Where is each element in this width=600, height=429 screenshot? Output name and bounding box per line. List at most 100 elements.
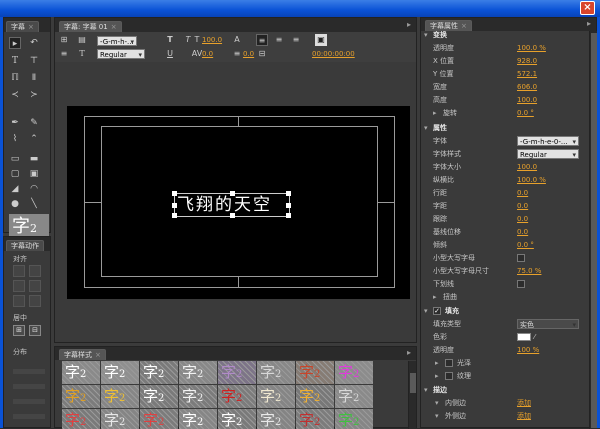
- style-select[interactable]: Regular: [97, 49, 145, 60]
- style-swatch[interactable]: 字2: [179, 361, 217, 384]
- style-swatch[interactable]: 字2: [62, 409, 100, 429]
- expand-triangle-icon[interactable]: ▸: [433, 107, 437, 120]
- clipped-rectangle-tool-icon[interactable]: ▬: [28, 153, 40, 165]
- timecode[interactable]: 00:00:00:00: [312, 50, 355, 58]
- style-swatch[interactable]: 字2: [101, 361, 139, 384]
- texture-checkbox[interactable]: [445, 372, 453, 380]
- style-swatch[interactable]: 字2: [62, 385, 100, 408]
- style-swatch[interactable]: 字2: [218, 409, 256, 429]
- kerning-prop-value[interactable]: 0.0: [517, 200, 528, 213]
- rounded-rectangle-tool-icon[interactable]: ▢: [9, 168, 21, 180]
- selection-tool-icon[interactable]: ▸: [9, 37, 21, 49]
- style-swatch[interactable]: 字2: [140, 361, 178, 384]
- expand-triangle-icon[interactable]: ▾: [424, 305, 428, 318]
- add-inner-stroke-link[interactable]: 添加: [517, 397, 531, 410]
- eyedropper-icon[interactable]: ⁄: [534, 331, 535, 344]
- delete-anchor-tool-icon[interactable]: ⌇: [9, 133, 21, 145]
- expand-triangle-icon[interactable]: ▸: [433, 291, 437, 304]
- width-value[interactable]: 606.0: [517, 81, 537, 94]
- slant-value[interactable]: 0.0 °: [517, 239, 534, 252]
- color-swatch[interactable]: [517, 333, 531, 341]
- close-icon[interactable]: ×: [28, 23, 34, 31]
- opacity-value[interactable]: 100.0 %: [517, 42, 546, 55]
- expand-triangle-icon[interactable]: ▾: [424, 122, 428, 135]
- add-anchor-tool-icon[interactable]: ✎: [28, 117, 40, 129]
- font-size-prop-value[interactable]: 100.0: [517, 161, 537, 174]
- font-size-value[interactable]: 100.0: [202, 36, 222, 44]
- style-swatch[interactable]: 字2: [101, 409, 139, 429]
- handle-bl[interactable]: [172, 213, 177, 218]
- type-tool-icon[interactable]: T: [9, 55, 21, 67]
- vertical-path-type-tool-icon[interactable]: ≻: [28, 89, 40, 101]
- area-type-tool-icon[interactable]: ⊤: [28, 55, 40, 67]
- close-icon[interactable]: ×: [95, 351, 101, 359]
- style-swatch[interactable]: 字2: [296, 361, 334, 384]
- align-top-icon[interactable]: [13, 280, 25, 292]
- wedge-tool-icon[interactable]: ◢: [9, 183, 21, 195]
- expand-triangle-icon[interactable]: ▾: [435, 397, 439, 410]
- style-swatch[interactable]: 字2: [257, 409, 295, 429]
- section-transform[interactable]: ▾ 变换: [421, 31, 589, 42]
- handle-tr[interactable]: [286, 191, 291, 196]
- text-object[interactable]: 飞翔的天空: [172, 191, 291, 218]
- panel-menu-icon[interactable]: ▸: [407, 348, 411, 357]
- style-swatch[interactable]: 字2: [335, 409, 373, 429]
- style-swatch[interactable]: 字2: [257, 385, 295, 408]
- font-select[interactable]: -G-m-h-...: [97, 36, 137, 47]
- expand-triangle-icon[interactable]: ▾: [424, 31, 428, 42]
- handle-tm[interactable]: [230, 191, 235, 196]
- rotation-value[interactable]: 0.0 °: [517, 107, 534, 120]
- handle-ml[interactable]: [172, 203, 177, 208]
- expand-triangle-icon[interactable]: ▾: [424, 384, 428, 397]
- properties-scrollbar[interactable]: [589, 31, 597, 429]
- small-caps-checkbox[interactable]: [517, 254, 525, 262]
- baseline-value[interactable]: 0.0: [517, 226, 528, 239]
- expand-triangle-icon[interactable]: ▾: [435, 410, 439, 423]
- align-bottom-icon[interactable]: [29, 295, 41, 307]
- new-title-icon[interactable]: ⊞: [58, 34, 70, 46]
- fill-type-select[interactable]: 实色: [517, 319, 579, 330]
- pen-tool-icon[interactable]: ✒: [9, 117, 21, 129]
- convert-anchor-tool-icon[interactable]: ⌃: [28, 133, 40, 145]
- section-fill[interactable]: ▾ ✓ 填充: [421, 305, 589, 318]
- fill-checkbox[interactable]: ✓: [433, 307, 441, 315]
- bold-icon[interactable]: T: [164, 34, 176, 46]
- style-swatch[interactable]: 字2: [296, 409, 334, 429]
- style-swatch[interactable]: 字2: [218, 361, 256, 384]
- close-icon[interactable]: ×: [111, 23, 117, 31]
- center-vertical-icon[interactable]: ⊟: [29, 325, 41, 336]
- tracking-value[interactable]: 0.0: [517, 213, 528, 226]
- panel-menu-icon[interactable]: ▸: [407, 20, 411, 29]
- rotate-tool-icon[interactable]: ↶: [28, 37, 40, 49]
- fill-opacity-value[interactable]: 100 %: [517, 344, 539, 357]
- panel-menu-icon[interactable]: ▸: [587, 19, 591, 28]
- style-swatch[interactable]: 字2: [140, 409, 178, 429]
- expand-triangle-icon[interactable]: ▸: [435, 357, 439, 370]
- underline-checkbox[interactable]: [517, 280, 525, 288]
- template-icon[interactable]: ▤: [76, 34, 88, 46]
- align-text-right-icon[interactable]: ≡: [290, 34, 302, 46]
- ellipse-tool-icon[interactable]: ●: [9, 198, 21, 210]
- align-hcenter-icon[interactable]: [29, 265, 41, 277]
- handle-bm[interactable]: [230, 213, 235, 218]
- style-swatch[interactable]: 字2: [179, 409, 217, 429]
- show-video-icon[interactable]: ▣: [315, 34, 327, 46]
- section-stroke[interactable]: ▾ 描边: [421, 384, 589, 397]
- align-text-center-icon[interactable]: ≡: [273, 34, 285, 46]
- properties-scroll-thumb[interactable]: [591, 33, 597, 428]
- style-swatch[interactable]: 字2: [179, 385, 217, 408]
- arc-tool-icon[interactable]: ◠: [28, 183, 40, 195]
- styles-scrollbar[interactable]: [408, 361, 416, 429]
- rectangle-tool-icon[interactable]: ▭: [9, 153, 21, 165]
- align-vcenter-icon[interactable]: [29, 280, 41, 292]
- font-browse-icon[interactable]: T: [76, 48, 88, 60]
- style-swatch[interactable]: 字2: [296, 385, 334, 408]
- x-position-value[interactable]: 928.0: [517, 55, 537, 68]
- align-left-icon[interactable]: [13, 265, 25, 277]
- line-tool-icon[interactable]: ╲: [28, 198, 40, 210]
- leading-prop-value[interactable]: 0.0: [517, 187, 528, 200]
- style-swatch[interactable]: 字2: [257, 361, 295, 384]
- y-position-value[interactable]: 572.1: [517, 68, 537, 81]
- roll-crawl-icon[interactable]: ≡: [58, 48, 70, 60]
- center-horizontal-icon[interactable]: ⊞: [13, 325, 25, 336]
